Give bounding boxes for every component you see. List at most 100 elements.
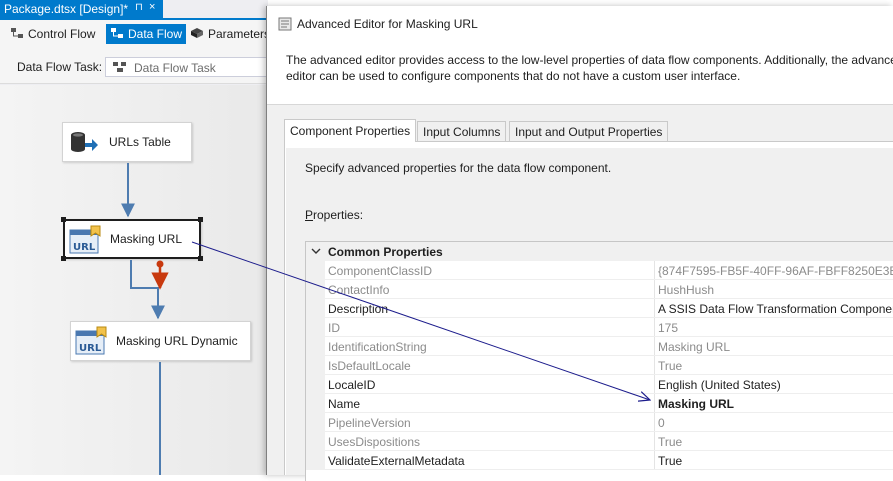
ssis-designer: Package.dtsx [Design]* ⊓ × Control Flow … xyxy=(0,0,270,475)
property-name: Description xyxy=(328,302,389,316)
property-name: UsesDispositions xyxy=(328,435,421,449)
node-urls-table[interactable]: URLs Table xyxy=(62,122,192,162)
dialog-app-icon xyxy=(278,17,292,31)
property-value: {874F7595-FB5F-40FF-96AF-FBFF8250E3EF} xyxy=(658,264,893,278)
row-gutter xyxy=(306,432,325,451)
row-gutter xyxy=(306,375,325,394)
row-gutter xyxy=(306,337,325,356)
property-row-usesdispositions[interactable]: UsesDispositions True xyxy=(306,432,893,451)
property-value: 175 xyxy=(658,321,679,335)
selection-handle[interactable] xyxy=(198,217,203,222)
property-name: ValidateExternalMetadata xyxy=(328,454,465,468)
tab-control-flow[interactable]: Control Flow xyxy=(6,24,99,44)
column-divider[interactable] xyxy=(654,280,655,299)
node-label: Masking URL xyxy=(110,232,183,246)
property-row-isdefaultlocale[interactable]: IsDefaultLocale True xyxy=(306,356,893,375)
document-tab-title: Package.dtsx [Design]* xyxy=(4,2,129,16)
selection-handle[interactable] xyxy=(198,256,203,261)
advanced-editor-dialog: Advanced Editor for Masking URL The adva… xyxy=(266,6,893,481)
column-divider[interactable] xyxy=(654,261,655,280)
node-masking-url[interactable]: URL Masking URL xyxy=(61,217,203,261)
properties-label: Properties: xyxy=(305,208,363,222)
data-flow-task-icon xyxy=(113,62,126,72)
property-row-localeid[interactable]: LocaleID English (United States) xyxy=(306,375,893,394)
column-divider[interactable] xyxy=(654,318,655,337)
column-divider[interactable] xyxy=(654,375,655,394)
dialog-description: The advanced editor provides access to t… xyxy=(286,53,893,83)
tab-label: Control Flow xyxy=(28,27,96,41)
property-name: IsDefaultLocale xyxy=(328,359,411,373)
dialog-title: Advanced Editor for Masking URL xyxy=(297,17,478,31)
url-transform-icon: URL xyxy=(75,326,107,355)
property-value: True xyxy=(658,359,683,373)
column-divider[interactable] xyxy=(654,451,655,470)
component-properties-panel: Specify advanced properties for the data… xyxy=(284,141,893,481)
panel-body: Specify advanced properties for the data… xyxy=(286,148,893,481)
selection-handle[interactable] xyxy=(61,256,66,261)
panel-description: Specify advanced properties for the data… xyxy=(305,161,612,175)
property-name: ComponentClassID xyxy=(328,264,433,278)
access-key: P xyxy=(305,208,314,222)
property-value[interactable]: English (United States) xyxy=(658,378,781,392)
data-flow-icon xyxy=(111,28,123,38)
data-flow-task-label: Data Flow Task: xyxy=(17,60,103,74)
row-gutter xyxy=(306,318,325,337)
close-icon[interactable]: × xyxy=(149,1,155,13)
node-label: Masking URL Dynamic xyxy=(116,334,238,348)
tab-parameters[interactable]: Parameters xyxy=(186,24,274,44)
row-gutter xyxy=(306,299,325,318)
category-label: Common Properties xyxy=(328,245,443,259)
property-value: True xyxy=(658,435,683,449)
url-transform-icon: URL xyxy=(69,225,101,254)
property-value: Masking URL xyxy=(658,340,731,354)
row-divider xyxy=(325,469,893,470)
tab-label: Data Flow xyxy=(128,27,183,41)
property-row-pipelineversion[interactable]: PipelineVersion 0 xyxy=(306,413,893,432)
property-name: Name xyxy=(328,397,361,411)
database-source-icon xyxy=(71,132,98,152)
row-gutter xyxy=(306,356,325,375)
category-common-properties[interactable]: Common Properties xyxy=(306,242,893,261)
property-row-validateexternalmetadata[interactable]: ValidateExternalMetadata True xyxy=(306,451,893,470)
properties-label-text: roperties: xyxy=(313,208,364,222)
tab-input-columns[interactable]: Input Columns xyxy=(417,121,507,141)
designer-tab-bar: Control Flow Data Flow Parameters xyxy=(0,20,270,48)
data-flow-task-select[interactable]: Data Flow Task xyxy=(105,57,270,77)
tab-component-properties[interactable]: Component Properties xyxy=(284,119,417,142)
tab-label: Parameters xyxy=(208,27,271,41)
document-tab[interactable]: Package.dtsx [Design]* ⊓ × xyxy=(0,0,163,18)
dialog-header: The advanced editor provides access to t… xyxy=(267,42,893,104)
property-value[interactable]: True xyxy=(658,454,682,468)
property-name: ID xyxy=(328,321,340,335)
column-divider[interactable] xyxy=(654,337,655,356)
property-row-contactinfo[interactable]: ContactInfo HushHush xyxy=(306,280,893,299)
property-row-identificationstring[interactable]: IdentificationString Masking URL xyxy=(306,337,893,356)
dialog-title-bar[interactable]: Advanced Editor for Masking URL xyxy=(267,6,893,42)
property-row-id[interactable]: ID 175 xyxy=(306,318,893,337)
chevron-down-icon[interactable] xyxy=(310,245,322,257)
node-masking-url-dynamic[interactable]: URL Masking URL Dynamic xyxy=(70,321,251,361)
tab-input-output-properties[interactable]: Input and Output Properties xyxy=(509,121,669,141)
pin-icon[interactable]: ⊓ xyxy=(135,2,143,13)
column-divider[interactable] xyxy=(654,394,655,413)
control-flow-icon xyxy=(11,28,23,38)
selection-handle[interactable] xyxy=(61,217,66,222)
parameters-icon xyxy=(191,28,203,38)
column-divider[interactable] xyxy=(654,356,655,375)
svg-text:URL: URL xyxy=(73,242,96,253)
property-row-componentclassid[interactable]: ComponentClassID {874F7595-FB5F-40FF-96AF… xyxy=(306,261,893,280)
tab-data-flow[interactable]: Data Flow xyxy=(106,24,187,44)
data-flow-task-bar: Data Flow Task: Data Flow Task xyxy=(0,48,270,84)
row-gutter xyxy=(306,394,325,413)
property-row-description[interactable]: Description A SSIS Data Flow Transformati… xyxy=(306,299,893,318)
property-value: 0 xyxy=(658,416,665,430)
row-gutter xyxy=(306,280,325,299)
property-name: PipelineVersion xyxy=(328,416,411,430)
column-divider[interactable] xyxy=(654,413,655,432)
property-value[interactable]: A SSIS Data Flow Transformation Componen… xyxy=(658,302,893,316)
property-value[interactable]: Masking URL xyxy=(658,397,734,411)
property-row-name[interactable]: Name Masking URL xyxy=(306,394,893,413)
property-grid[interactable]: Common Properties ComponentClassID {874F7… xyxy=(305,241,893,481)
column-divider[interactable] xyxy=(654,432,655,451)
column-divider[interactable] xyxy=(654,299,655,318)
